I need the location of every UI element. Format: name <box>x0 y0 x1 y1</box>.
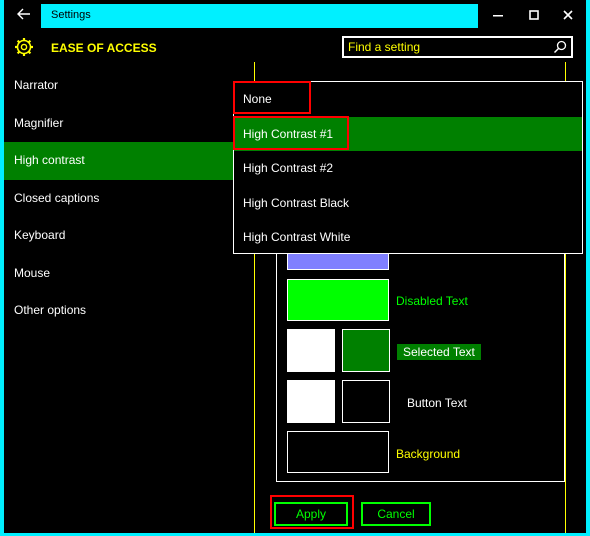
button-text-bg-swatch[interactable] <box>342 380 390 423</box>
disabled-text-label: Disabled Text <box>396 294 468 308</box>
contrast-preview: Disabled Text Selected Text Button Text … <box>276 228 565 482</box>
page-header: EASE OF ACCESS <box>4 32 586 62</box>
arrow-left-icon <box>17 8 30 20</box>
search-input[interactable] <box>348 39 548 55</box>
background-swatch[interactable] <box>287 431 389 473</box>
sidebar-nav: Narrator Magnifier High contrast Closed … <box>4 67 254 330</box>
close-icon <box>563 10 573 20</box>
theme-option-high-contrast-white[interactable]: High Contrast White <box>234 220 582 255</box>
close-button[interactable] <box>558 6 578 26</box>
button-text-label: Button Text <box>407 396 467 410</box>
sidebar-item-other-options[interactable]: Other options <box>4 292 254 330</box>
disabled-text-swatch[interactable] <box>287 279 389 321</box>
minimize-button[interactable] <box>488 6 508 26</box>
theme-dropdown-list[interactable]: None High Contrast #1 High Contrast #2 H… <box>233 81 583 254</box>
sidebar-item-narrator[interactable]: Narrator <box>4 67 254 105</box>
window-title: Settings <box>51 9 91 21</box>
settings-window: Settings EASE OF ACCESS Find a setting N… <box>4 0 586 533</box>
window-title-field: Settings <box>41 4 478 28</box>
back-button[interactable] <box>14 7 34 25</box>
cancel-button[interactable]: Cancel <box>361 502 431 526</box>
sidebar-item-keyboard[interactable]: Keyboard <box>4 217 254 255</box>
theme-option-high-contrast-2[interactable]: High Contrast #2 <box>234 151 582 186</box>
selected-text-bg-swatch[interactable] <box>342 329 390 372</box>
maximize-icon <box>529 10 539 20</box>
background-label: Background <box>396 447 461 461</box>
button-text-fg-swatch[interactable] <box>287 380 335 423</box>
gear-icon <box>15 38 33 56</box>
maximize-button[interactable] <box>524 6 544 26</box>
search-box[interactable] <box>342 36 573 58</box>
theme-option-none[interactable]: None <box>234 82 582 117</box>
search-icon[interactable] <box>553 40 567 54</box>
page-title: EASE OF ACCESS <box>51 41 157 55</box>
sidebar-item-mouse[interactable]: Mouse <box>4 255 254 293</box>
theme-option-high-contrast-black[interactable]: High Contrast Black <box>234 186 582 221</box>
theme-option-high-contrast-1[interactable]: High Contrast #1 <box>234 116 582 151</box>
minimize-icon <box>493 15 503 17</box>
title-bar: Settings <box>4 0 586 32</box>
sidebar-item-closed-captions[interactable]: Closed captions <box>4 180 254 218</box>
selected-text-fg-swatch[interactable] <box>287 329 335 372</box>
sidebar-item-high-contrast[interactable]: High contrast <box>4 142 254 180</box>
sidebar-item-magnifier[interactable]: Magnifier <box>4 105 254 143</box>
selected-text-label: Selected Text <box>397 344 481 360</box>
apply-highlight <box>270 495 354 529</box>
